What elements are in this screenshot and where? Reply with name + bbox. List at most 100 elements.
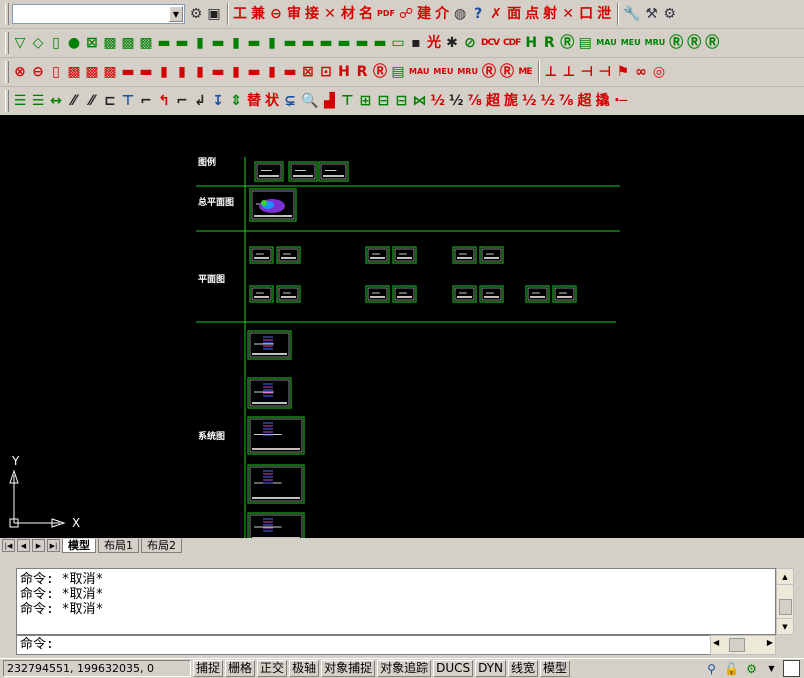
scroll-right-icon[interactable]: ▶	[767, 638, 773, 647]
zhuang-icon[interactable]: 状	[264, 90, 280, 112]
drawing-sheet-thumbnail[interactable]	[392, 285, 417, 303]
coupler7-icon[interactable]: ▮	[264, 32, 280, 54]
r-circle3-icon[interactable]: Ⓡ	[704, 32, 720, 54]
r-red-icon[interactable]: R	[354, 61, 370, 83]
status-toggle[interactable]: DYN	[475, 660, 507, 677]
drawing-sheet-thumbnail[interactable]	[247, 512, 305, 538]
drawing-sheet-thumbnail[interactable]	[247, 464, 305, 504]
drawing-canvas[interactable]: 图例 总平面图 平面图 系统图 Y X	[0, 115, 804, 538]
command-input[interactable]: 命令:	[16, 635, 776, 655]
drawing-sheet-thumbnail[interactable]	[249, 285, 274, 303]
layer-manager-icon[interactable]: ▣	[206, 3, 222, 25]
pipe-icon[interactable]: ▯	[48, 32, 64, 54]
slash2-icon[interactable]: ⁄⁄	[84, 90, 100, 112]
scroll-down-icon[interactable]: ▼	[777, 618, 793, 634]
coupler-red-icon[interactable]: ▬	[120, 61, 136, 83]
cmd-mian-icon[interactable]: 面	[506, 3, 522, 25]
drawing-sheet-thumbnail[interactable]	[247, 416, 305, 455]
coupler-red9-icon[interactable]: ▮	[264, 61, 280, 83]
mru-icon[interactable]: MRU	[644, 32, 667, 54]
tab-layout[interactable]: 布局1	[98, 538, 139, 553]
status-toggle[interactable]: 极轴	[289, 660, 320, 677]
end-cap-icon[interactable]: ▪	[408, 32, 424, 54]
pdf-icon[interactable]: PDF	[376, 3, 396, 25]
coupler-red6-icon[interactable]: ▬	[210, 61, 226, 83]
drawing-sheet-thumbnail[interactable]	[365, 246, 390, 264]
bend-icon[interactable]: ↰	[156, 90, 172, 112]
coupler9-icon[interactable]: ▬	[300, 32, 316, 54]
tab-layout[interactable]: 模型	[62, 538, 96, 553]
frame3-icon[interactable]: ⊟	[393, 90, 409, 112]
drawing-sheet-thumbnail[interactable]	[452, 246, 477, 264]
tee-icon[interactable]: ↧	[210, 90, 226, 112]
drawing-sheet-thumbnail[interactable]	[276, 285, 301, 303]
mau-red-icon[interactable]: MAU	[408, 61, 430, 83]
lock-icon[interactable]: 🔓	[723, 660, 740, 677]
cmd-link-icon[interactable]: ☍	[398, 3, 414, 25]
coupler5-icon[interactable]: ▮	[228, 32, 244, 54]
stair-icon[interactable]: ⌐	[138, 90, 154, 112]
coupler8-icon[interactable]: ▬	[282, 32, 298, 54]
valve-red3-icon[interactable]: ▩	[102, 61, 118, 83]
mru-red-icon[interactable]: MRU	[456, 61, 479, 83]
cmd-shen-icon[interactable]: 审	[286, 3, 302, 25]
dcv-icon[interactable]: DCV	[480, 32, 500, 54]
status-toggle[interactable]: 对象追踪	[377, 660, 432, 677]
status-toggle[interactable]: 正交	[257, 660, 288, 677]
r-circle-icon[interactable]: Ⓡ	[668, 32, 684, 54]
bracket-icon[interactable]: ⊏	[102, 90, 118, 112]
drawing-sheet-thumbnail[interactable]	[452, 285, 477, 303]
ladder-icon[interactable]: ⇕	[228, 90, 244, 112]
theta-icon[interactable]: ⊘	[462, 32, 478, 54]
coupler13-icon[interactable]: ▬	[372, 32, 388, 54]
frame2-icon[interactable]: ⊟	[375, 90, 391, 112]
cmd-circle-minus-icon[interactable]: ⊖	[268, 3, 284, 25]
width-icon[interactable]: ↔	[48, 90, 64, 112]
valve-red-icon[interactable]: ▩	[66, 61, 82, 83]
tab-nav-button-icon[interactable]: ▶|	[47, 539, 60, 552]
cmd-compass-icon[interactable]: ◍	[452, 3, 468, 25]
coupler3-icon[interactable]: ▮	[192, 32, 208, 54]
status-toggle[interactable]: 模型	[540, 660, 571, 677]
branch-icon[interactable]: ⊣	[579, 61, 595, 83]
flag-icon[interactable]: ⚑	[615, 61, 631, 83]
coupler-icon[interactable]: ▬	[156, 32, 172, 54]
coupler-red7-icon[interactable]: ▮	[228, 61, 244, 83]
coupler-red4-icon[interactable]: ▮	[174, 61, 190, 83]
level-icon[interactable]: ⊤	[120, 90, 136, 112]
tray-settings-icon[interactable]: ⚙	[743, 660, 760, 677]
filter-icon[interactable]: ▽	[12, 32, 28, 54]
r-circle2-icon[interactable]: Ⓡ	[686, 32, 702, 54]
paint-icon[interactable]: ▟	[321, 90, 337, 112]
status-toggle[interactable]: 线宽	[508, 660, 539, 677]
frame-icon[interactable]: ⊞	[357, 90, 373, 112]
coupler10-icon[interactable]: ▬	[318, 32, 334, 54]
coupler-red2-icon[interactable]: ▬	[138, 61, 154, 83]
tool-icon[interactable]: ⚒	[644, 3, 660, 25]
grid-green-icon[interactable]: ▤	[390, 61, 406, 83]
ni-icon[interactable]: 旎	[503, 90, 519, 112]
cmd-jie-icon[interactable]: 接	[304, 3, 320, 25]
layer-combo[interactable]: ▼	[12, 4, 185, 24]
toolbar-grip[interactable]	[5, 90, 9, 112]
drawing-sheet-thumbnail[interactable]	[318, 161, 349, 182]
drawing-sheet-thumbnail[interactable]	[247, 377, 292, 409]
coupler-red10-icon[interactable]: ▬	[282, 61, 298, 83]
minus-circle-icon[interactable]: ⊖	[30, 61, 46, 83]
rail-icon[interactable]: ⊥	[543, 61, 559, 83]
half4-icon[interactable]: ½	[539, 90, 556, 112]
cmd-cross2-icon[interactable]: ✕	[560, 3, 576, 25]
rail2-icon[interactable]: ⊥	[561, 61, 577, 83]
hscroll-thumb[interactable]	[729, 638, 745, 652]
cmd-crossx-icon[interactable]: ✗	[488, 3, 504, 25]
status-toggle[interactable]: 捕捉	[193, 660, 224, 677]
tool2-icon[interactable]: ⚙	[662, 3, 678, 25]
cmd-dian-icon[interactable]: 点	[524, 3, 540, 25]
cmd-jian-icon[interactable]: 兼	[250, 3, 266, 25]
coupler2-icon[interactable]: ▬	[174, 32, 190, 54]
light-icon[interactable]: 光	[426, 32, 442, 54]
cmd-cross-out-icon[interactable]: ✕	[322, 3, 338, 25]
r-icon[interactable]: R	[541, 32, 557, 54]
clean-screen-icon[interactable]	[783, 660, 800, 677]
scroll-up-icon[interactable]: ▲	[777, 569, 793, 585]
